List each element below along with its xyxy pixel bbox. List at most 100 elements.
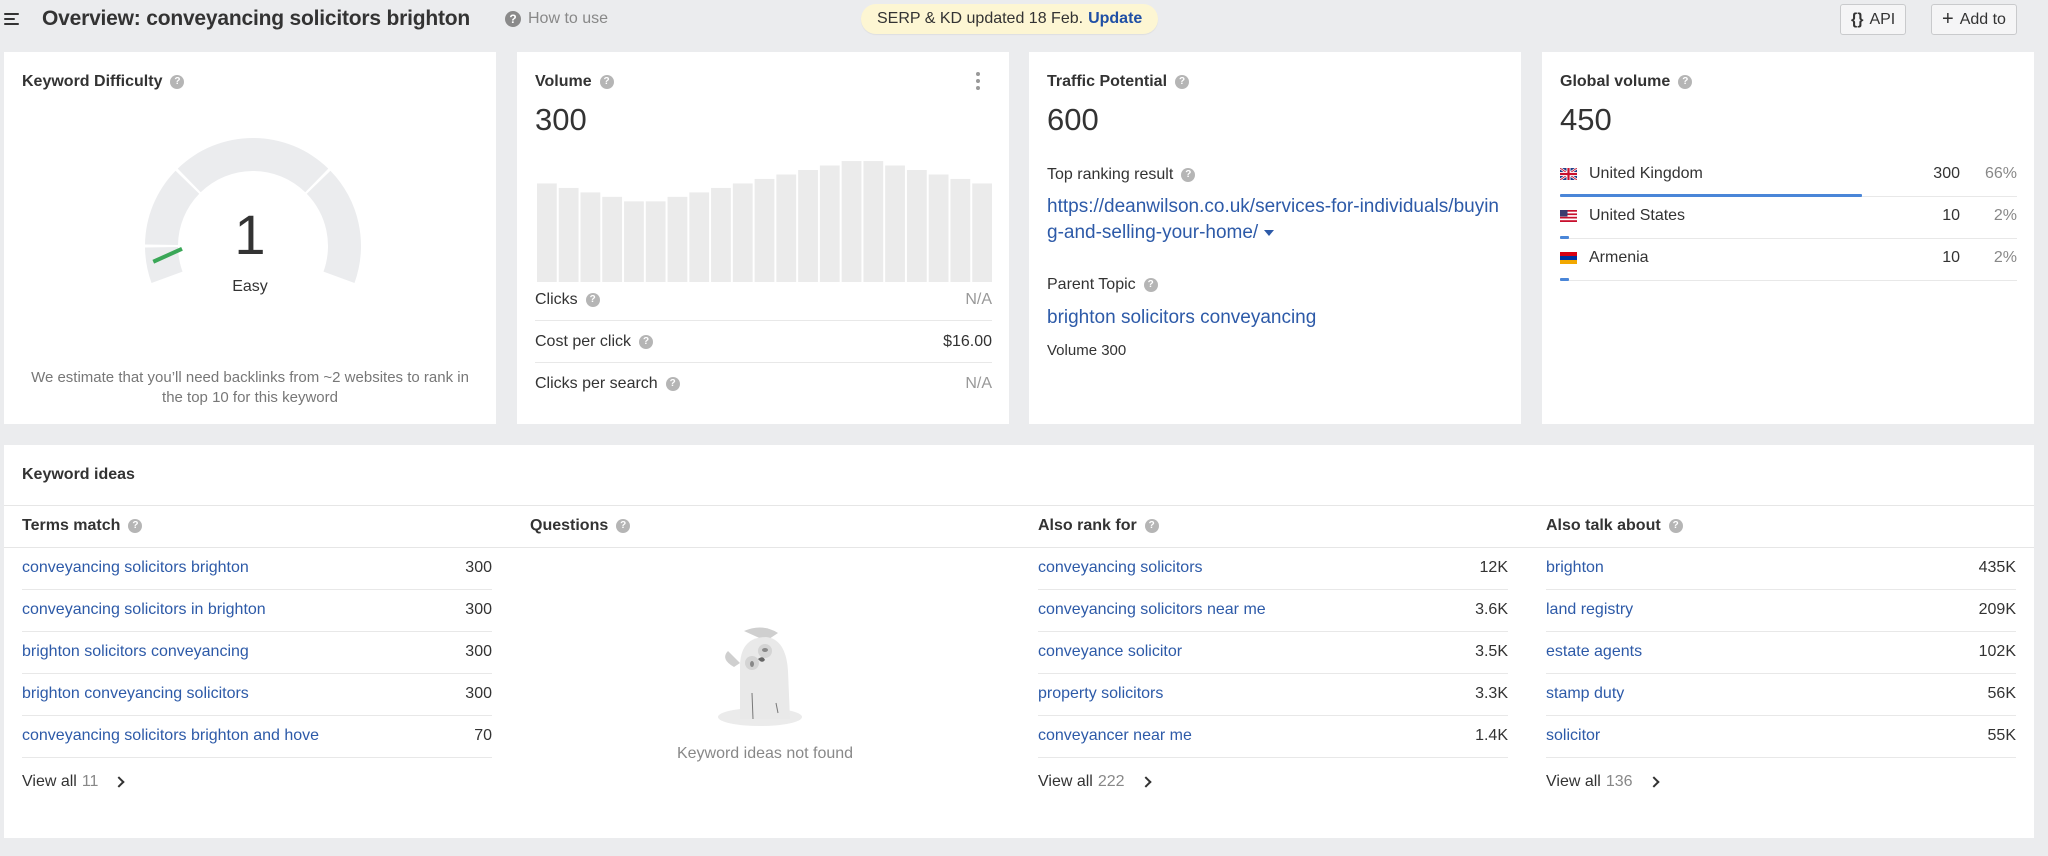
add-to-button-label: Add to <box>1959 10 2006 28</box>
clicks-per-search-label: Clicks per search <box>535 375 658 392</box>
volume-trend-bar[interactable] <box>667 196 688 282</box>
view-all-terms-match[interactable]: View all 11 <box>22 773 126 791</box>
volume-trend-bar[interactable] <box>537 183 557 282</box>
traffic-potential-value: 600 <box>1047 102 1099 137</box>
volume-trend-bar[interactable] <box>711 187 731 282</box>
help-icon[interactable]: ? <box>585 292 600 307</box>
volume-value: 300 <box>535 102 587 137</box>
keyword-link[interactable]: property solicitors <box>1038 685 1163 703</box>
view-all-also-rank-for[interactable]: View all 222 <box>1038 773 1152 791</box>
help-icon[interactable]: ? <box>616 519 631 533</box>
help-icon[interactable]: ? <box>639 334 654 349</box>
help-icon[interactable]: ? <box>1175 75 1190 89</box>
help-icon[interactable]: ? <box>599 75 614 89</box>
keyword-volume: 3.3K <box>1475 685 1508 702</box>
also-rank-for-title: Also rank for <box>1038 517 1137 534</box>
keyword-link[interactable]: brighton conveyancing solicitors <box>22 685 249 703</box>
volume-trend-bar[interactable] <box>906 170 927 282</box>
volume-trend-bar[interactable] <box>602 196 623 282</box>
view-all-count: 11 <box>81 773 99 790</box>
keyword-link[interactable]: conveyancer near me <box>1038 727 1192 745</box>
volume-trend-bar[interactable] <box>819 165 840 282</box>
help-icon[interactable]: ? <box>1181 168 1196 182</box>
am-flag-icon <box>1560 252 1577 264</box>
clicks-per-search-value: N/A <box>965 375 992 392</box>
keyword-link[interactable]: brighton solicitors conveyancing <box>22 643 249 661</box>
keyword-link[interactable]: land registry <box>1546 601 1633 619</box>
global-volume-card: Global volume ? 450 United Kingdom 300 6… <box>1542 52 2034 424</box>
keyword-link[interactable]: conveyancing solicitors brighton <box>22 559 249 577</box>
volume-trend-bar[interactable] <box>885 165 905 282</box>
keyword-ideas-panel: Keyword ideas Terms match ? conveyancing… <box>4 445 2034 838</box>
gauge-segment <box>177 138 329 193</box>
volume-trend-bar[interactable] <box>928 174 949 282</box>
how-to-use-link[interactable]: ? How to use <box>505 10 608 28</box>
volume-trend-bar[interactable] <box>645 201 666 282</box>
more-options-icon[interactable] <box>975 72 981 90</box>
view-all-count: 222 <box>1097 773 1125 790</box>
keyword-row: stamp duty 56K <box>1546 674 2016 716</box>
volume-trend-bar[interactable] <box>558 187 579 282</box>
country-volume: 300 <box>1933 165 1960 182</box>
keyword-link[interactable]: conveyancing solicitors near me <box>1038 601 1266 619</box>
volume-trend-bar[interactable] <box>732 183 753 282</box>
keyword-link[interactable]: solicitor <box>1546 727 1600 745</box>
difficulty-label: Easy <box>232 278 268 295</box>
hamburger-menu-icon[interactable] <box>4 11 20 27</box>
help-icon[interactable]: ? <box>665 377 680 391</box>
view-all-also-talk-about[interactable]: View all 136 <box>1546 773 1660 791</box>
parent-topic-link[interactable]: brighton solicitors conveyancing <box>1047 307 1316 329</box>
chevron-right-icon <box>1647 776 1660 788</box>
caret-down-icon[interactable] <box>1264 229 1275 236</box>
help-icon[interactable]: ? <box>1143 278 1158 292</box>
volume-trend-bar[interactable] <box>841 161 862 282</box>
volume-title: Volume ? <box>535 73 614 91</box>
volume-trend-bar[interactable] <box>754 178 775 282</box>
add-to-button[interactable]: + Add to <box>1931 4 2017 35</box>
api-button[interactable]: {} API <box>1840 4 1907 35</box>
questions-column: Questions ? Keyword ideas not found <box>530 505 1000 838</box>
help-icon[interactable]: ? <box>128 519 143 533</box>
keyword-link[interactable]: conveyancing solicitors brighton and hov… <box>22 727 319 745</box>
top-ranking-url[interactable]: https://deanwilson.co.uk/services-for-in… <box>1047 194 1507 246</box>
view-all-label: View all <box>1546 773 1601 790</box>
keyword-link[interactable]: conveyance solicitor <box>1038 643 1182 661</box>
keyword-link[interactable]: estate agents <box>1546 643 1642 661</box>
help-icon[interactable]: ? <box>1668 519 1683 533</box>
view-all-label: View all <box>22 773 77 790</box>
update-link[interactable]: Update <box>1088 10 1142 28</box>
volume-trend-bar[interactable] <box>580 192 601 282</box>
country-percent: 2% <box>1993 249 2017 266</box>
volume-trend-bar[interactable] <box>798 170 818 282</box>
volume-trend-bar[interactable] <box>950 178 971 282</box>
help-icon[interactable]: ? <box>1678 75 1693 89</box>
keyword-link[interactable]: conveyancing solicitors in brighton <box>22 601 266 619</box>
traffic-potential-title-text: Traffic Potential <box>1047 73 1168 90</box>
keyword-difficulty-card: Keyword Difficulty ? 1 Easy We estimate … <box>4 52 496 424</box>
clicks-value: N/A <box>965 290 992 308</box>
keyword-difficulty-title: Keyword Difficulty ? <box>22 73 185 91</box>
keyword-row: conveyancing solicitors brighton and hov… <box>22 716 492 758</box>
global-volume-title: Global volume ? <box>1560 73 1693 91</box>
country-row-armenia[interactable]: Armenia 10 2% <box>1560 239 2017 281</box>
keyword-row: estate agents 102K <box>1546 632 2016 674</box>
keyword-volume: 102K <box>1978 643 2016 660</box>
country-row-united-kingdom[interactable]: United Kingdom 300 66% <box>1560 155 2017 197</box>
volume-trend-bar[interactable] <box>972 183 992 282</box>
keyword-link[interactable]: conveyancing solicitors <box>1038 559 1203 577</box>
country-share-bar <box>1560 278 1570 281</box>
help-icon[interactable]: ? <box>170 75 185 89</box>
volume-trend-bar[interactable] <box>624 201 644 282</box>
keyword-link[interactable]: brighton <box>1546 559 1604 577</box>
keyword-row: solicitor 55K <box>1546 716 2016 758</box>
keyword-link[interactable]: stamp duty <box>1546 685 1624 703</box>
global-volume-value: 450 <box>1560 102 1612 137</box>
volume-trend-bar[interactable] <box>689 192 710 282</box>
keyword-row: brighton 435K <box>1546 548 2016 590</box>
help-icon[interactable]: ? <box>1144 519 1159 533</box>
country-percent: 2% <box>1993 207 2017 224</box>
volume-trend-bar[interactable] <box>863 161 884 282</box>
volume-trend-bar[interactable] <box>776 174 797 282</box>
country-row-united-states[interactable]: United States 10 2% <box>1560 197 2017 239</box>
traffic-potential-card: Traffic Potential ? 600 Top ranking resu… <box>1029 52 1521 424</box>
